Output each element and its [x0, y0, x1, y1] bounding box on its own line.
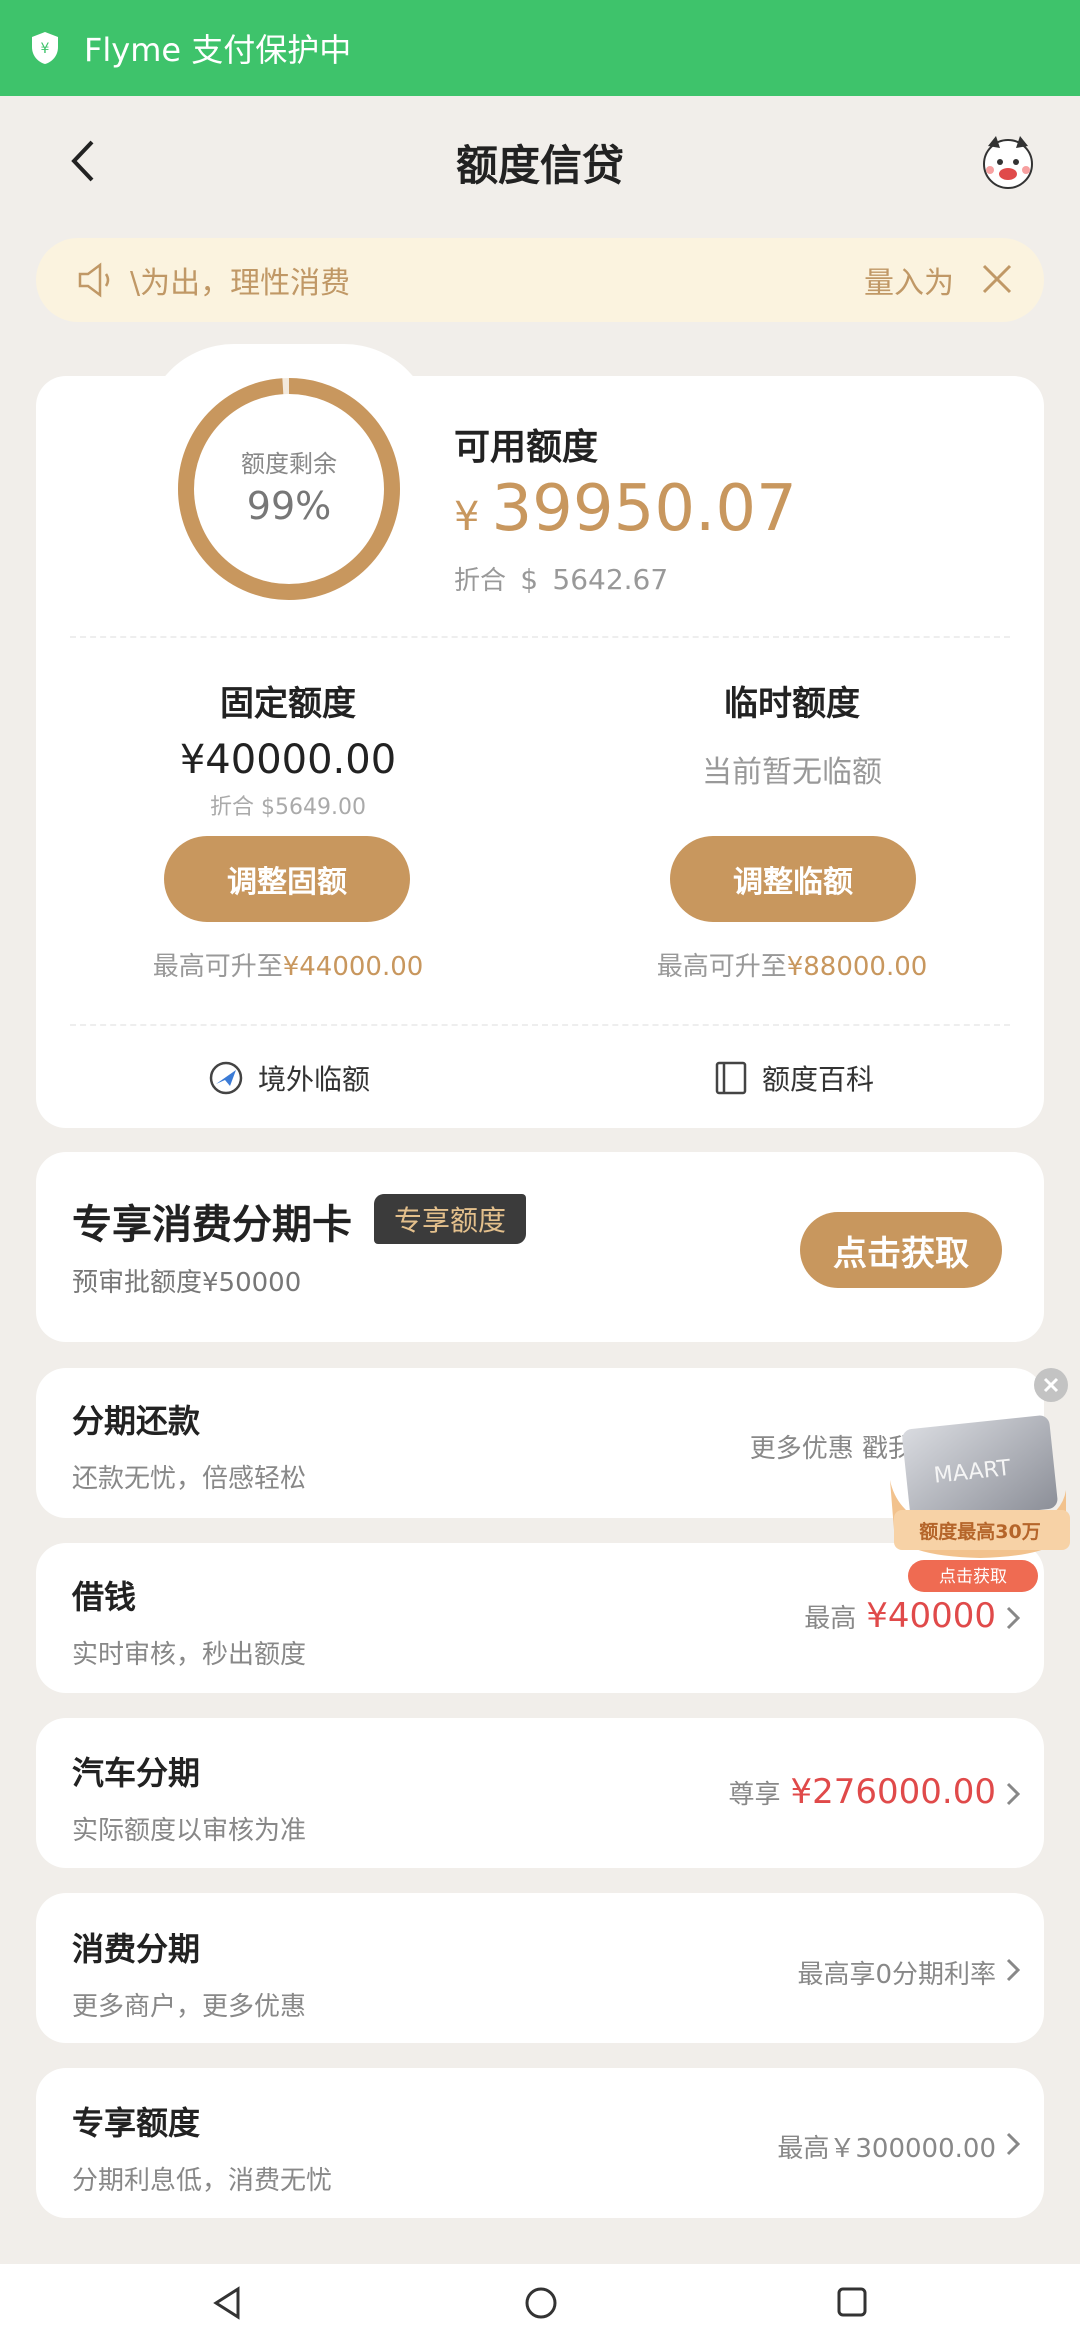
row-right: 最高享0分期利率	[797, 1954, 996, 1991]
available-amount: ¥ 39950.07	[454, 472, 797, 546]
system-nav-bar	[0, 2264, 1080, 2340]
mascot-icon[interactable]	[976, 132, 1040, 192]
svg-text:¥: ¥	[41, 41, 50, 57]
row-subtitle: 还款无忧，倍感轻松	[72, 1464, 307, 1494]
quota-wiki-link[interactable]: 额度百科	[714, 1058, 874, 1098]
chevron-right-icon	[1006, 1958, 1021, 1982]
wiki-label: 额度百科	[762, 1063, 875, 1096]
close-icon[interactable]	[980, 262, 1014, 296]
adjust-fixed-button[interactable]: 调整固额	[164, 836, 410, 922]
row-title: 消费分期	[72, 1930, 201, 1968]
fixed-usd: 折合 $5649.00	[210, 795, 366, 820]
row-title: 借钱	[72, 1578, 137, 1616]
row-subtitle: 实际额度以审核为准	[72, 1816, 307, 1846]
available-usd: 折合 $ 5642.67	[454, 560, 668, 597]
row-right-text: 尊享	[728, 1780, 781, 1810]
temp-upgrade: 最高可升至¥88000.00	[540, 946, 1044, 983]
status-text: Flyme 支付保护中	[84, 31, 352, 69]
promo-button: 点击获取	[939, 1567, 1007, 1587]
temp-upgrade-value: ¥88000.00	[786, 952, 928, 982]
shield-icon: ¥	[32, 32, 58, 64]
page-title: 额度信贷	[455, 140, 624, 190]
temp-quota: 临时额度 当前暂无临额	[540, 676, 1044, 791]
notice-text: \为出，理性消费	[130, 266, 351, 301]
promo-headline: 额度最高30万	[919, 1520, 1040, 1543]
plane-icon	[209, 1061, 243, 1095]
available-title: 可用额度	[454, 427, 599, 468]
status-bar: ¥ Flyme 支付保护中	[0, 0, 1080, 96]
row-title: 专享额度	[72, 2104, 201, 2142]
chevron-right-icon	[1006, 1782, 1021, 1806]
row-subtitle: 实时审核，秒出额度	[72, 1640, 307, 1670]
recents-square-icon[interactable]	[836, 2286, 868, 2318]
back-arrow-icon[interactable]	[64, 136, 104, 186]
currency-symbol: ¥	[454, 494, 480, 540]
row-right: 最高 ¥40000	[804, 1596, 996, 1636]
adjust-temp-button[interactable]: 调整临额	[670, 836, 916, 922]
speaker-icon	[78, 262, 110, 298]
divider	[70, 636, 1010, 638]
temp-title: 临时额度	[724, 684, 860, 724]
back-triangle-icon[interactable]	[212, 2286, 242, 2320]
get-now-button[interactable]: 点击获取	[800, 1212, 1002, 1288]
top-nav: 额度信贷	[0, 96, 1080, 228]
row-subtitle: 更多商户，更多优惠	[72, 1992, 307, 2022]
close-icon[interactable]	[1033, 1367, 1069, 1403]
chevron-right-icon	[1006, 2132, 1021, 2156]
row-title: 汽车分期	[72, 1754, 201, 1792]
divider	[70, 1024, 1010, 1026]
installment-subtitle: 预审批额度¥50000	[72, 1268, 302, 1298]
fixed-amount: ¥40000.00	[179, 737, 397, 783]
ring-label: 额度剩余	[241, 450, 337, 478]
overseas-label: 境外临额	[258, 1063, 371, 1096]
fixed-title: 固定额度	[220, 684, 356, 724]
row-right-text: 最高￥300000.00	[777, 2134, 996, 2164]
chevron-right-icon	[1006, 1606, 1021, 1630]
fixed-upgrade: 最高可升至¥44000.00	[36, 946, 540, 983]
exclusive-badge: 专享额度	[374, 1194, 527, 1244]
book-icon	[715, 1061, 747, 1095]
ring-percent: 99%	[246, 484, 332, 528]
overseas-temp-link[interactable]: 境外临额	[208, 1058, 370, 1098]
usd-prefix: 折合	[454, 566, 507, 596]
fixed-upgrade-value: ¥44000.00	[282, 952, 424, 982]
usd-amount: 5642.67	[552, 563, 669, 596]
row-right: 尊享 ¥276000.00	[728, 1772, 996, 1812]
available-value: 39950.07	[491, 472, 797, 546]
fixed-quota: 固定额度 ¥40000.00 折合 $5649.00	[36, 676, 540, 821]
row-subtitle: 分期利息低，消费无忧	[72, 2166, 333, 2196]
row-right-value: ¥40000	[866, 1596, 996, 1636]
installment-title: 专享消费分期卡	[72, 1202, 352, 1248]
row-right-text: 最高	[804, 1604, 857, 1634]
usd-symbol: $	[520, 563, 539, 596]
row-right-value: ¥276000.00	[790, 1772, 997, 1812]
notice-text-next: 量入为	[864, 266, 954, 301]
temp-none: 当前暂无临额	[702, 755, 882, 790]
row-right: 最高￥300000.00	[777, 2128, 996, 2165]
row-title: 分期还款	[72, 1402, 201, 1440]
notice-bar: \为出，理性消费 量入为	[36, 238, 1044, 322]
fixed-upgrade-prefix: 最高可升至	[152, 952, 283, 982]
row-right-text: 最高享0分期利率	[797, 1960, 996, 1990]
temp-upgrade-prefix: 最高可升至	[656, 952, 787, 982]
home-circle-icon[interactable]	[524, 2286, 558, 2320]
